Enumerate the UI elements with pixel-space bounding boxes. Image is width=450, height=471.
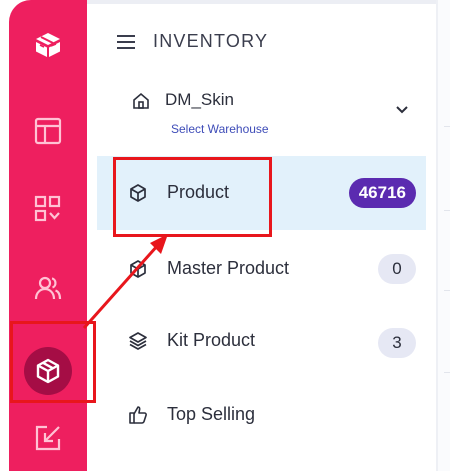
annotation-arrow — [82, 234, 168, 329]
